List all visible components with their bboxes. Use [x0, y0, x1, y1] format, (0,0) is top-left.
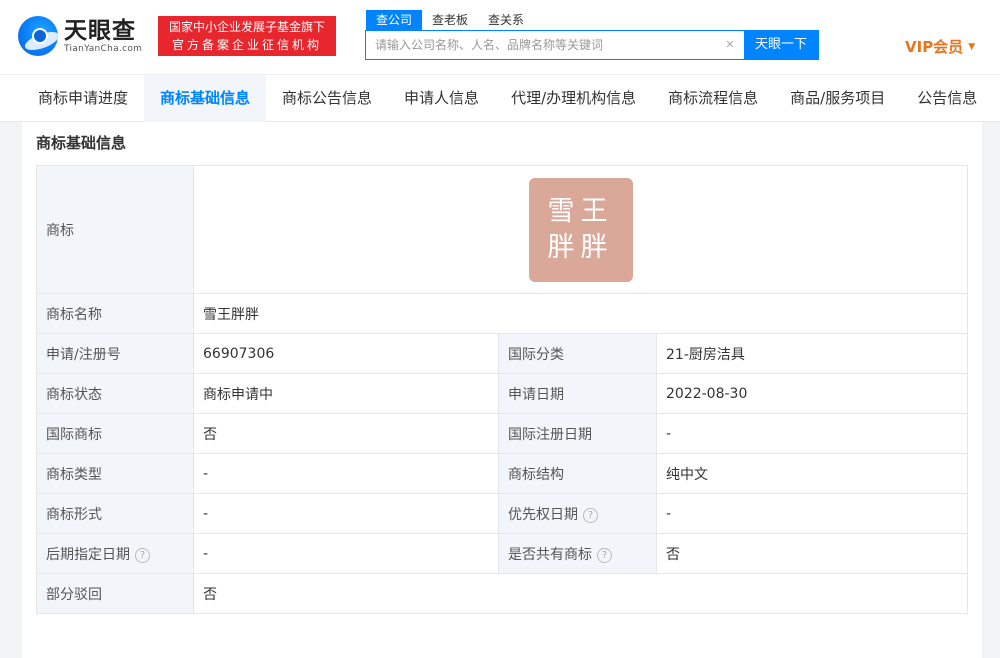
intl-mark-value: 否 [193, 413, 499, 454]
clear-icon[interactable]: ✕ [720, 31, 740, 59]
apply-date-value: 2022-08-30 [656, 373, 968, 414]
trademark-image-line-2: 胖胖 [547, 231, 614, 263]
trademark-nav-tabs: 商标申请进度 商标基础信息 商标公告信息 申请人信息 代理/办理机构信息 商标流… [0, 74, 1000, 122]
tab-announcement-info[interactable]: 商标公告信息 [266, 75, 388, 122]
badge-line-1: 国家中小企业发展子基金旗下 [168, 20, 325, 34]
search-button[interactable]: 天眼一下 [744, 31, 818, 59]
shared-value: 否 [656, 533, 968, 574]
table-row: 后期指定日期? - 是否共有商标? 否 [36, 533, 968, 574]
tab-notice-info[interactable]: 公告信息 [901, 75, 993, 122]
table-row: 申请/注册号 66907306 国际分类 21-厨房洁具 [36, 333, 968, 374]
tab-application-progress[interactable]: 商标申请进度 [22, 75, 144, 122]
section-title: 商标基础信息 [36, 134, 127, 152]
table-row: 国际商标 否 国际注册日期 - [36, 413, 968, 454]
table-row: 商标形式 - 优先权日期? - [36, 493, 968, 534]
apply-date-label: 申请日期 [498, 373, 657, 414]
structure-value: 纯中文 [656, 453, 968, 494]
logo-text: 天眼查 TianYanCha.com [64, 18, 142, 54]
later-date-label-cell: 后期指定日期? [36, 533, 194, 574]
structure-label: 商标结构 [498, 453, 657, 494]
type-label: 商标类型 [36, 453, 194, 494]
search-input[interactable] [366, 31, 720, 59]
partial-reject-label: 部分驳回 [36, 573, 194, 614]
trademark-label: 商标 [36, 165, 194, 294]
top-header: 天眼查 TianYanCha.com 国家中小企业发展子基金旗下 官方备案企业征… [0, 0, 1000, 74]
status-value: 商标申请中 [193, 373, 499, 414]
trademark-info-table: 商标 雪王 胖胖 商标名称 雪王胖胖 申请/注册号 66907306 国际分类 … [36, 165, 968, 614]
later-date-value: - [193, 533, 499, 574]
tab-search-relation[interactable]: 查关系 [478, 10, 534, 30]
intl-class-label: 国际分类 [498, 333, 657, 374]
tab-applicant-info[interactable]: 申请人信息 [388, 75, 495, 122]
table-row: 商标 雪王 胖胖 [36, 165, 968, 294]
intl-reg-date-label: 国际注册日期 [498, 413, 657, 454]
table-row: 商标名称 雪王胖胖 [36, 293, 968, 334]
help-icon[interactable]: ? [135, 547, 150, 563]
site-logo[interactable]: 天眼查 TianYanCha.com [18, 14, 148, 58]
certification-badge: 国家中小企业发展子基金旗下 官方备案企业征信机构 [158, 16, 336, 56]
name-value: 雪王胖胖 [193, 293, 968, 334]
intl-mark-label: 国际商标 [36, 413, 194, 454]
form-label: 商标形式 [36, 493, 194, 534]
search-bar: ✕ 天眼一下 [365, 30, 819, 60]
trademark-image-cell: 雪王 胖胖 [193, 165, 968, 294]
shared-label: 是否共有商标 [508, 546, 592, 563]
table-row: 商标类型 - 商标结构 纯中文 [36, 453, 968, 494]
tab-basic-info[interactable]: 商标基础信息 [144, 75, 267, 122]
type-value: - [193, 453, 499, 494]
table-row: 商标状态 商标申请中 申请日期 2022-08-30 [36, 373, 968, 414]
badge-line-2: 官方备案企业征信机构 [171, 38, 322, 52]
name-label: 商标名称 [36, 293, 194, 334]
reg-no-label: 申请/注册号 [36, 333, 194, 374]
vip-menu[interactable]: VIP会员 ▼ [905, 36, 975, 57]
priority-date-label: 优先权日期 [508, 506, 578, 523]
tab-search-boss[interactable]: 查老板 [422, 10, 478, 30]
intl-reg-date-value: - [656, 413, 968, 454]
caret-down-icon: ▼ [968, 41, 976, 52]
logo-domain: TianYanCha.com [64, 44, 143, 54]
trademark-image-line-1: 雪王 [547, 195, 614, 227]
tab-process-info[interactable]: 商标流程信息 [652, 75, 774, 122]
help-icon[interactable]: ? [597, 547, 612, 563]
shared-label-cell: 是否共有商标? [498, 533, 657, 574]
form-value: - [193, 493, 499, 534]
logo-title: 天眼查 [64, 18, 136, 44]
help-icon[interactable]: ? [583, 507, 598, 523]
tab-search-company[interactable]: 查公司 [366, 10, 423, 30]
main-panel: 商标基础信息 商标 雪王 胖胖 商标名称 雪王胖胖 申请/注册号 6690730… [22, 122, 982, 658]
status-label: 商标状态 [36, 373, 194, 414]
later-date-label: 后期指定日期 [46, 546, 130, 563]
search-type-tabs: 查公司 查老板 查关系 [366, 10, 534, 30]
eye-logo-icon [18, 16, 58, 56]
priority-date-label-cell: 优先权日期? [498, 493, 657, 534]
intl-class-value: 21-厨房洁具 [656, 333, 968, 374]
priority-date-value: - [656, 493, 968, 534]
tab-agency-info[interactable]: 代理/办理机构信息 [495, 75, 652, 122]
table-row: 部分驳回 否 [36, 573, 968, 614]
tab-goods-services[interactable]: 商品/服务项目 [774, 75, 901, 122]
partial-reject-value: 否 [193, 573, 968, 614]
vip-label: VIP会员 [905, 38, 964, 56]
trademark-image[interactable]: 雪王 胖胖 [528, 177, 633, 282]
reg-no-value: 66907306 [193, 333, 499, 374]
